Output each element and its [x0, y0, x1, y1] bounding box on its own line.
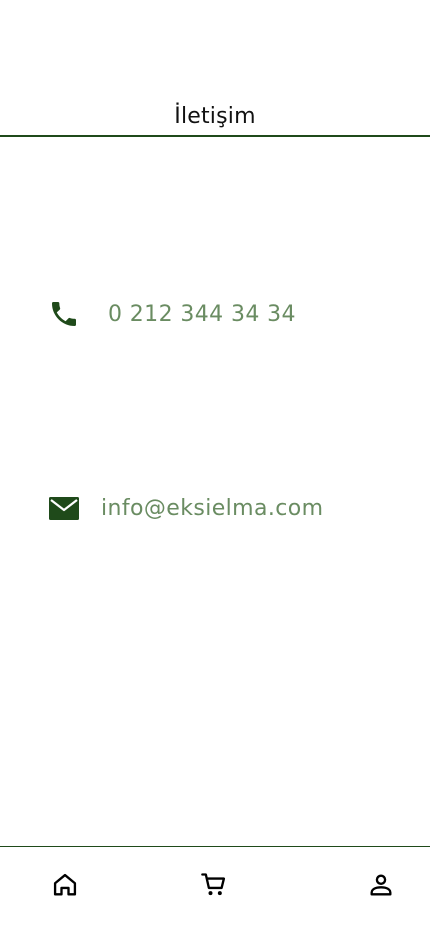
email-address[interactable]: info@eksielma.com: [101, 496, 323, 521]
cart-icon: [200, 871, 228, 903]
bottom-tab-bar: [0, 846, 430, 932]
phone-number[interactable]: 0 212 344 34 34: [108, 302, 296, 327]
profile-icon: [367, 871, 395, 903]
tab-cart[interactable]: [198, 871, 230, 903]
phone-icon: [48, 298, 80, 330]
tab-home[interactable]: [49, 871, 81, 903]
tab-profile[interactable]: [365, 871, 397, 903]
header: İletişim: [0, 0, 430, 137]
email-contact-row[interactable]: info@eksielma.com: [48, 490, 323, 526]
page-title: İletişim: [174, 104, 256, 129]
phone-contact-row[interactable]: 0 212 344 34 34: [48, 296, 296, 332]
mail-icon: [48, 492, 80, 524]
home-icon: [51, 871, 79, 903]
